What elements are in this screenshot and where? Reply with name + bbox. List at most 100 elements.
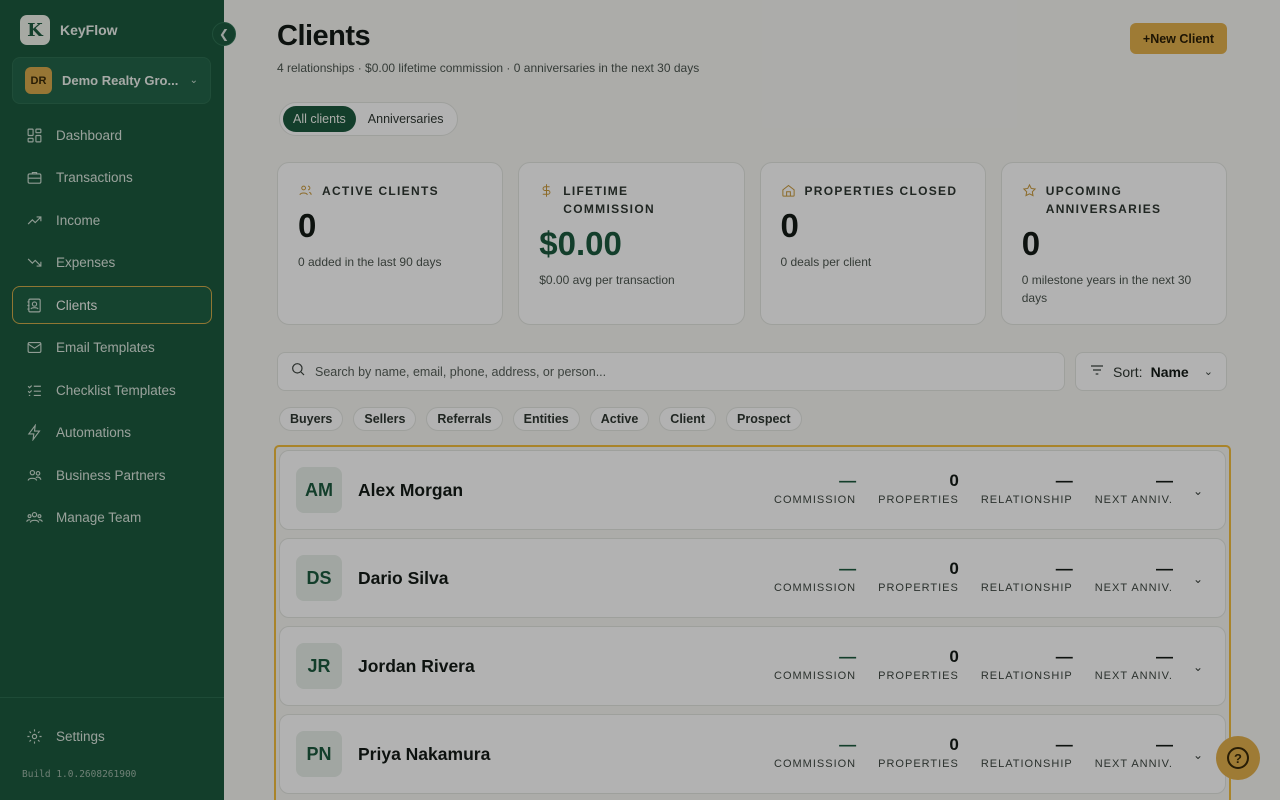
card-upcoming-anniversaries: UPCOMING ANNIVERSARIES 0 0 milestone yea… (1000, 162, 1227, 325)
sidebar-item-expenses[interactable]: Expenses (12, 244, 212, 282)
filter-chip-prospect[interactable]: Prospect (726, 407, 802, 431)
avatar: AM (296, 467, 342, 513)
trend-down-icon (25, 254, 43, 272)
chevron-down-icon[interactable]: ⌄ (1193, 660, 1203, 674)
sidebar-item-label: Income (56, 212, 101, 228)
card-note: 0 milestone years in the next 30 days (1021, 273, 1192, 305)
brand-name: KeyFlow (60, 22, 118, 38)
tab-anniversaries[interactable]: Anniversaries (358, 106, 454, 132)
commission-value: — (839, 735, 857, 754)
client-stats: — COMMISSION 0 PROPERTIES — RELATIONSHIP — N… (752, 647, 1173, 682)
card-value: 0 (298, 207, 317, 244)
bolt-icon (25, 424, 43, 442)
sort-dropdown[interactable]: Sort: Name ⌄ (1075, 352, 1227, 391)
sidebar-item-automations[interactable]: Automations (12, 414, 212, 452)
relationship-label: RELATIONSHIP (980, 494, 1073, 506)
card-title: UPCOMING ANNIVERSARIES (1045, 184, 1162, 216)
commission-label: COMMISSION (774, 758, 857, 770)
client-name: Alex Morgan (358, 479, 464, 500)
chevron-left-icon: ❮ (218, 27, 230, 41)
sidebar-item-email-templates[interactable]: Email Templates (12, 329, 212, 367)
next-anniv-label: NEXT ANNIV. (1094, 670, 1173, 682)
filter-lines-icon (1089, 362, 1105, 381)
search-input[interactable] (315, 364, 1052, 379)
new-client-button[interactable]: +New Client (1130, 23, 1227, 54)
chevron-down-icon[interactable]: ⌄ (1193, 572, 1203, 586)
commission-value: — (839, 559, 857, 578)
help-button[interactable]: ? (1216, 736, 1260, 780)
avatar: DS (296, 555, 342, 601)
sidebar-item-label: Expenses (56, 255, 116, 270)
next-anniv-value: — (1156, 471, 1173, 490)
sidebar-item-label: Settings (56, 728, 105, 744)
next-anniv-label: NEXT ANNIV. (1094, 582, 1173, 594)
search-icon (290, 361, 306, 382)
chevron-down-icon[interactable]: ⌄ (1193, 748, 1203, 762)
filter-chip-buyers[interactable]: Buyers (279, 407, 344, 431)
filter-chip-entities[interactable]: Entities (512, 407, 580, 431)
sidebar-item-label: Clients (56, 297, 98, 313)
sidebar-item-label: Checklist Templates (56, 382, 176, 398)
filter-chips: Buyers Sellers Referrals Entities Active… (279, 407, 802, 431)
properties-label: PROPERTIES (878, 670, 959, 682)
client-stats: — COMMISSION 0 PROPERTIES — RELATIONSHIP — N… (752, 735, 1173, 770)
sidebar-item-settings[interactable]: Settings (12, 717, 212, 755)
commission-value: — (839, 647, 857, 666)
next-anniv-label: NEXT ANNIV. (1094, 758, 1173, 770)
relationship-label: RELATIONSHIP (980, 582, 1073, 594)
tab-all-clients[interactable]: All clients (283, 106, 356, 132)
users-icon (298, 183, 314, 199)
commission-value: — (839, 471, 857, 490)
filter-chip-client[interactable]: Client (659, 407, 717, 431)
keyflow-logo-icon: K (20, 15, 50, 45)
client-row[interactable]: AM Alex Morgan — COMMISSION 0 PROPERTIES —… (279, 450, 1226, 530)
filter-chip-sellers[interactable]: Sellers (353, 407, 417, 431)
next-anniv-value: — (1156, 647, 1173, 666)
client-row[interactable]: DS Dario Silva — COMMISSION 0 PROPERTIES —… (279, 538, 1226, 618)
briefcase-icon (25, 169, 43, 187)
sidebar-item-transactions[interactable]: Transactions (12, 159, 212, 197)
build-version: Build 1.0.2608261900 (22, 769, 137, 780)
question-icon: ? (1227, 747, 1249, 769)
view-tabs: All clients Anniversaries (279, 102, 458, 136)
contacts-icon (25, 296, 43, 314)
card-properties-closed: PROPERTIES CLOSED 0 0 deals per client (759, 162, 986, 325)
filter-chip-referrals[interactable]: Referrals (426, 407, 503, 431)
client-row[interactable]: JR Jordan Rivera — COMMISSION 0 PROPERTIES… (279, 626, 1226, 706)
sidebar-footer: Settings Build 1.0.2608261900 (0, 697, 224, 780)
properties-value: 0 (949, 471, 959, 490)
sidebar-item-checklist-templates[interactable]: Checklist Templates (12, 371, 212, 409)
properties-label: PROPERTIES (878, 758, 959, 770)
next-anniv-label: NEXT ANNIV. (1094, 494, 1173, 506)
chevron-down-icon[interactable]: ⌄ (1193, 484, 1203, 498)
filter-chip-active[interactable]: Active (589, 407, 650, 431)
relationship-value: — (1055, 647, 1073, 666)
avatar: JR (296, 643, 342, 689)
sidebar-item-business-partners[interactable]: Business Partners (12, 456, 212, 494)
properties-value: 0 (949, 559, 959, 578)
properties-value: 0 (949, 735, 959, 754)
commission-label: COMMISSION (774, 494, 857, 506)
org-switcher[interactable]: DR Demo Realty Gro... ⌄ (12, 57, 211, 104)
card-value: 0 (1021, 225, 1041, 262)
client-row[interactable]: PN Priya Nakamura — COMMISSION 0 PROPERTIE… (279, 714, 1226, 794)
card-note: $0.00 avg per transaction (539, 273, 675, 287)
properties-label: PROPERTIES (878, 582, 959, 594)
collapse-sidebar-button[interactable]: ❮ (212, 22, 236, 46)
sidebar-item-label: Business Partners (56, 467, 166, 483)
sidebar-item-manage-team[interactable]: Manage Team (12, 499, 212, 537)
card-active-clients: ACTIVE CLIENTS 0 0 added in the last 90 … (277, 162, 504, 325)
summary-cards: ACTIVE CLIENTS 0 0 added in the last 90 … (277, 162, 1227, 325)
relationship-label: RELATIONSHIP (980, 670, 1073, 682)
sidebar-item-dashboard[interactable]: Dashboard (12, 116, 212, 154)
client-name: Dario Silva (358, 567, 449, 588)
sidebar-item-clients[interactable]: Clients (12, 286, 212, 324)
sidebar-item-income[interactable]: Income (12, 201, 212, 239)
page-title: Clients (277, 20, 371, 52)
brand[interactable]: K KeyFlow (20, 15, 118, 45)
mail-icon (25, 339, 43, 357)
handshake-icon (25, 466, 43, 484)
client-stats: — COMMISSION 0 PROPERTIES — RELATIONSHIP — N… (752, 559, 1173, 594)
properties-label: PROPERTIES (878, 494, 959, 506)
card-note: 0 deals per client (780, 255, 872, 269)
